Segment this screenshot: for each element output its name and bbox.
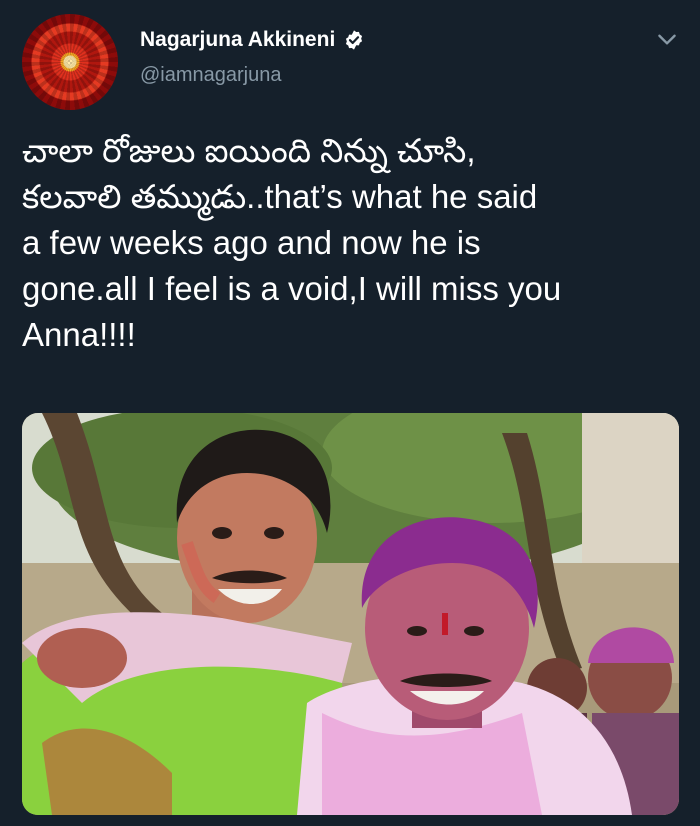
chevron-down-icon[interactable]: [654, 26, 680, 52]
tweet-text-line: a few weeks ago and now he is: [22, 224, 481, 261]
tweet-text-line: కలవాలి తమ్ముడు..that’s what he said: [22, 178, 538, 215]
verified-badge-icon: [346, 30, 363, 50]
avatar[interactable]: [22, 14, 118, 110]
tweet: Nagarjuna Akkineni @iamnagarjuna చాలా రో…: [0, 0, 700, 826]
tweet-text-line: చాలా రోజులు ఐయింది నిన్ను చూసి,: [22, 132, 476, 169]
tweet-text-line: gone.all I feel is a void,I will miss yo…: [22, 270, 562, 307]
photo-illustration: [22, 413, 679, 815]
display-name[interactable]: Nagarjuna Akkineni: [140, 28, 335, 52]
tweet-text-line: Anna!!!!: [22, 316, 136, 353]
tweet-text: చాలా రోజులు ఐయింది నిన్ను చూసి, కలవాలి త…: [22, 128, 682, 358]
author-name-row[interactable]: Nagarjuna Akkineni: [140, 28, 365, 52]
tweet-photo[interactable]: [22, 413, 679, 815]
author-handle[interactable]: @iamnagarjuna: [140, 64, 282, 87]
